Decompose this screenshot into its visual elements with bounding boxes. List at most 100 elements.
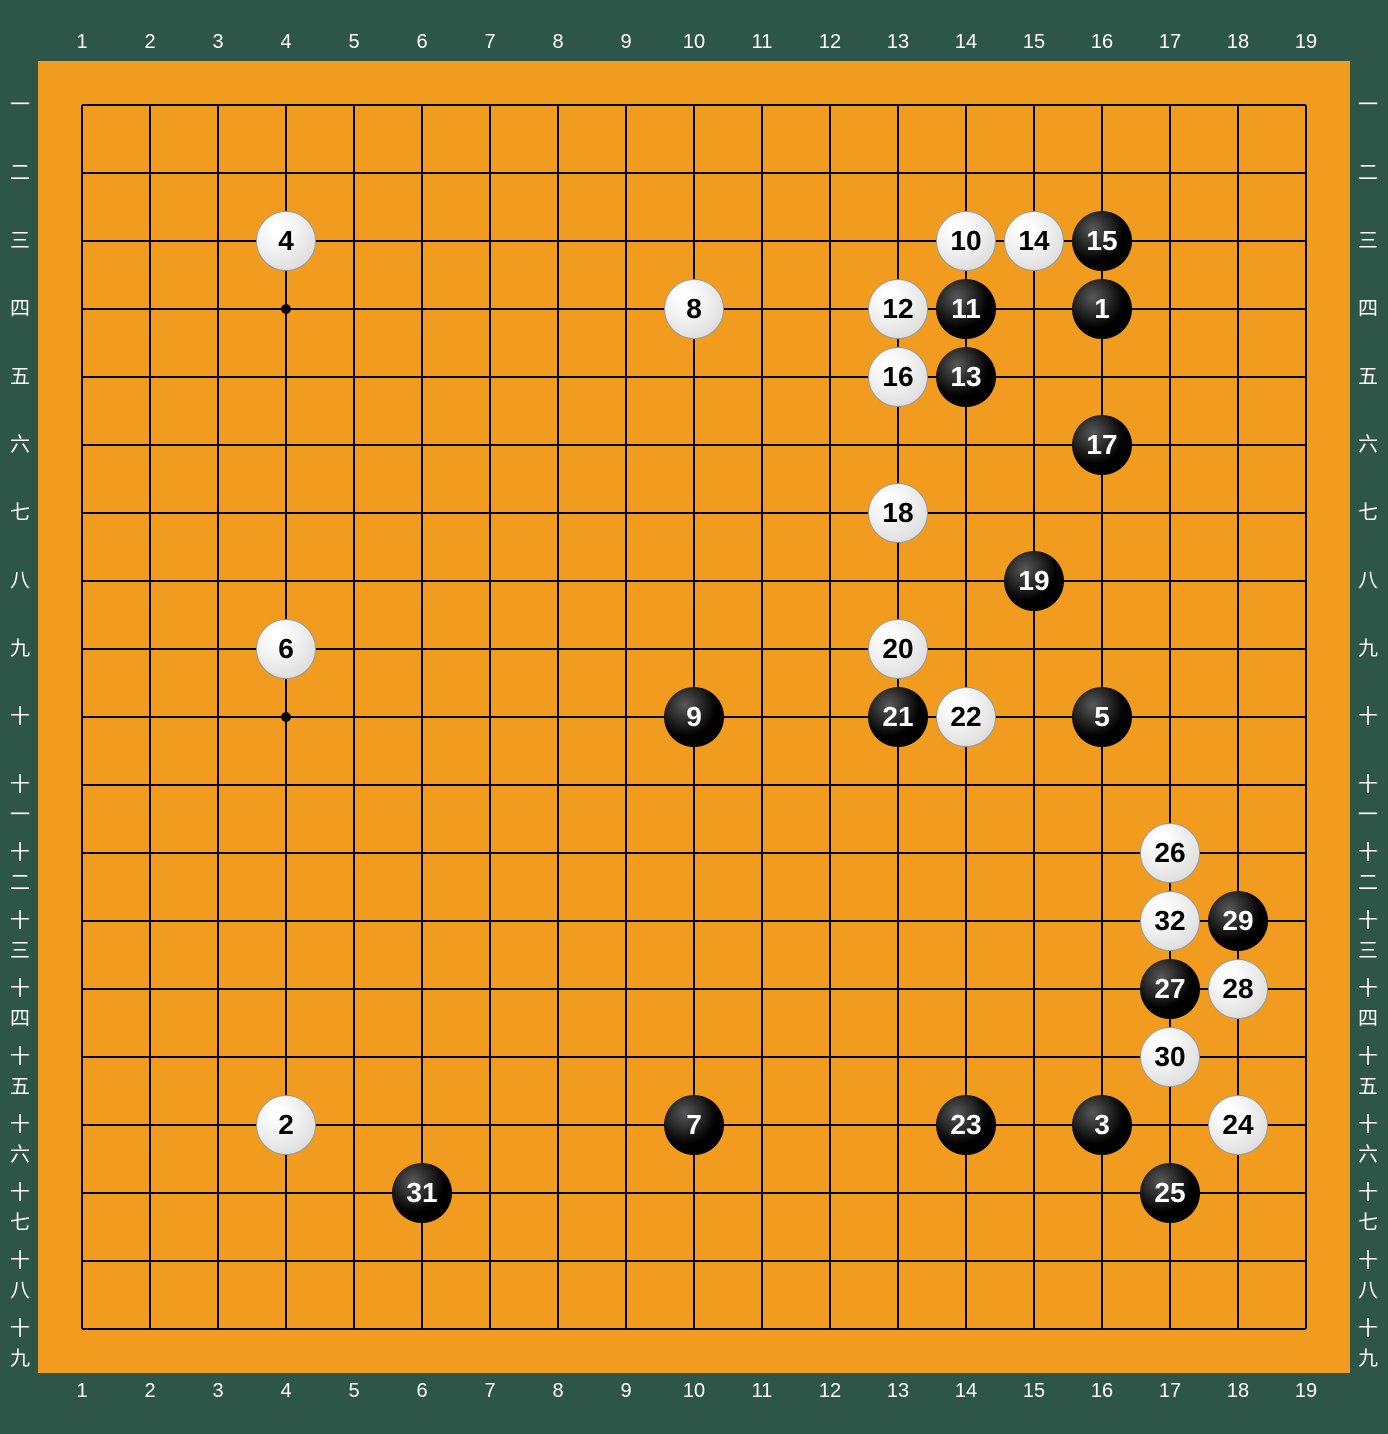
stone-white-move-14[interactable]: 14 [1004,211,1064,271]
coord-top-16: 16 [1087,31,1117,54]
stone-white-move-24[interactable]: 24 [1208,1095,1268,1155]
coord-left-9: 九 [8,634,32,664]
stone-black-move-13[interactable]: 13 [936,347,996,407]
stone-white-move-6[interactable]: 6 [256,619,316,679]
coord-right-1: 一 [1356,90,1380,120]
coord-left-17: 十七 [8,1178,32,1208]
grid-line-h [82,988,1306,990]
stone-black-move-31[interactable]: 31 [392,1163,452,1223]
stone-black-move-19[interactable]: 19 [1004,551,1064,611]
coord-bottom-9: 9 [611,1380,641,1403]
coord-top-17: 17 [1155,31,1185,54]
coord-bottom-2: 2 [135,1380,165,1403]
stone-black-move-1[interactable]: 1 [1072,279,1132,339]
coord-top-10: 10 [679,31,709,54]
coord-top-6: 6 [407,31,437,54]
grid-line-v [829,105,831,1329]
stone-white-move-26[interactable]: 26 [1140,823,1200,883]
move-number: 11 [951,293,981,325]
stone-black-move-11[interactable]: 11 [936,279,996,339]
stone-white-move-4[interactable]: 4 [256,211,316,271]
coord-right-17: 十七 [1356,1178,1380,1208]
move-number: 26 [1154,837,1185,869]
coord-left-7: 七 [8,498,32,528]
coord-top-14: 14 [951,31,981,54]
move-number: 28 [1222,973,1253,1005]
move-number: 14 [1018,225,1049,257]
star-point [281,712,291,722]
move-number: 19 [1018,565,1049,597]
stone-black-move-15[interactable]: 15 [1072,211,1132,271]
coord-left-4: 四 [8,294,32,324]
coord-right-12: 十二 [1356,838,1380,868]
stone-white-move-22[interactable]: 22 [936,687,996,747]
coord-left-6: 六 [8,430,32,460]
coord-left-18: 十八 [8,1246,32,1276]
stone-white-move-2[interactable]: 2 [256,1095,316,1155]
coord-left-10: 十 [8,702,32,732]
coord-bottom-6: 6 [407,1380,437,1403]
go-board[interactable]: 1234567891011121314151617181920212223242… [38,61,1350,1373]
coord-right-3: 三 [1356,226,1380,256]
grid-line-v [1169,105,1171,1329]
stone-white-move-20[interactable]: 20 [868,619,928,679]
stone-white-move-30[interactable]: 30 [1140,1027,1200,1087]
stone-black-move-9[interactable]: 9 [664,687,724,747]
stone-white-move-28[interactable]: 28 [1208,959,1268,1019]
move-number: 29 [1222,905,1253,937]
grid-line-v [1033,105,1035,1329]
coord-left-5: 五 [8,362,32,392]
stone-black-move-3[interactable]: 3 [1072,1095,1132,1155]
coord-right-5: 五 [1356,362,1380,392]
coord-right-2: 二 [1356,158,1380,188]
stone-white-move-12[interactable]: 12 [868,279,928,339]
stone-black-move-25[interactable]: 25 [1140,1163,1200,1223]
grid-line-h [82,852,1306,854]
move-number: 21 [882,701,913,733]
coord-bottom-15: 15 [1019,1380,1049,1403]
stone-black-move-29[interactable]: 29 [1208,891,1268,951]
grid-line-h [82,784,1306,786]
move-number: 10 [950,225,981,257]
stone-white-move-10[interactable]: 10 [936,211,996,271]
coord-bottom-13: 13 [883,1380,913,1403]
coord-top-8: 8 [543,31,573,54]
stone-white-move-18[interactable]: 18 [868,483,928,543]
grid-line-h [82,1192,1306,1194]
move-number: 20 [882,633,913,665]
move-number: 7 [686,1109,702,1141]
move-number: 12 [882,293,913,325]
coord-right-19: 十九 [1356,1314,1380,1344]
coord-bottom-17: 17 [1155,1380,1185,1403]
stone-black-move-17[interactable]: 17 [1072,415,1132,475]
move-number: 17 [1086,429,1117,461]
coord-right-4: 四 [1356,294,1380,324]
coord-left-19: 十九 [8,1314,32,1344]
stone-white-move-32[interactable]: 32 [1140,891,1200,951]
stone-black-move-21[interactable]: 21 [868,687,928,747]
move-number: 31 [406,1177,437,1209]
move-number: 24 [1222,1109,1253,1141]
grid-line-v [761,105,763,1329]
coord-bottom-4: 4 [271,1380,301,1403]
coord-left-13: 十三 [8,906,32,936]
stone-black-move-5[interactable]: 5 [1072,687,1132,747]
move-number: 32 [1154,905,1185,937]
stone-black-move-7[interactable]: 7 [664,1095,724,1155]
coord-left-1: 一 [8,90,32,120]
move-number: 27 [1154,973,1185,1005]
coord-top-3: 3 [203,31,233,54]
coord-left-8: 八 [8,566,32,596]
coord-bottom-12: 12 [815,1380,845,1403]
stone-black-move-27[interactable]: 27 [1140,959,1200,1019]
move-number: 1 [1094,293,1110,325]
move-number: 16 [882,361,913,393]
grid-line-h [82,1056,1306,1058]
stone-white-move-16[interactable]: 16 [868,347,928,407]
coord-left-14: 十四 [8,974,32,1004]
coord-top-13: 13 [883,31,913,54]
stone-white-move-8[interactable]: 8 [664,279,724,339]
coord-bottom-10: 10 [679,1380,709,1403]
stone-black-move-23[interactable]: 23 [936,1095,996,1155]
grid-line-h [82,1260,1306,1262]
